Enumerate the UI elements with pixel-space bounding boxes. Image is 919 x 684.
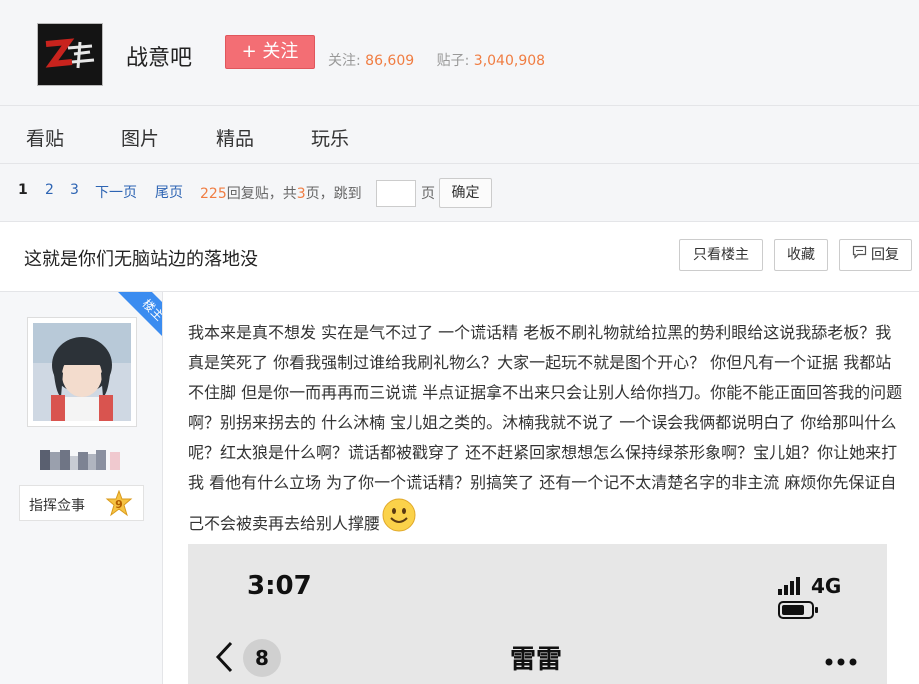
reply-button[interactable]: 回复 [839,239,912,271]
embedded-chat-screenshot[interactable]: 3:07 4G 8 雷雷 [188,544,887,684]
nav-view-posts[interactable]: 看贴 [26,124,64,151]
page-unit: 页 [421,186,435,202]
posts-label: 贴子: [436,53,470,69]
forum-stats: 关注: 86,609 贴子: 3,040,908 [328,50,563,70]
chat-contact-name: 雷雷 [510,645,563,675]
page-suffix: 页，跳到 [305,186,362,202]
thread-title: 这就是你们无脑站边的落地没 [24,249,258,270]
nav-images[interactable]: 图片 [121,124,159,151]
reply-label: 回复 [871,247,899,263]
jump-page-input[interactable] [376,180,416,207]
page-3[interactable]: 3 [70,182,79,198]
forum-name[interactable]: 战意吧 [126,40,192,72]
post-content: 我本来是真不想发 实在是气不过了 一个谎话精 老板不刷礼物就给拉黑的势利眼给这说… [188,318,903,542]
avatar[interactable] [27,317,137,427]
last-page-link[interactable]: 尾页 [155,182,183,202]
reply-icon [852,240,867,270]
nav-fun[interactable]: 玩乐 [311,124,349,151]
battery-icon [778,601,818,619]
total-pages: 3 [296,186,306,202]
network-type: 4G [810,574,842,598]
page-2[interactable]: 2 [45,182,54,198]
only-op-button[interactable]: 只看楼主 [679,239,763,271]
chat-back-icon [214,640,234,678]
author-sidebar: 楼主 指挥佥事 9 [0,292,163,684]
phone-status-bar: 4G [778,574,887,622]
reply-suffix: 回复贴，共 [226,186,297,202]
reply-count: 225 [200,186,227,202]
pagination-bar: 1 2 3 下一页 尾页 225回复贴，共3页，跳到 页 确定 [0,164,919,222]
followers-label: 关注: [328,53,361,69]
forum-nav: 看贴 图片 精品 玩乐 [0,106,919,164]
level-number: 9 [115,498,123,511]
member-title: 指挥佥事 [29,498,85,514]
more-options-icon [824,652,858,671]
smiley-emoji-icon [382,498,416,542]
level-star-icon: 9 [105,489,133,522]
posts-count: 3,040,908 [473,53,546,69]
followers-count: 86,609 [365,53,415,69]
unread-count-badge: 8 [243,639,281,677]
forum-header: 战意吧 + 关注 关注: 86,609 贴子: 3,040,908 [0,0,919,106]
signal-icon [778,577,800,595]
follow-button[interactable]: + 关注 [225,35,315,69]
forum-logo[interactable] [37,23,103,86]
phone-status-time: 3:07 [247,571,312,601]
next-page-link[interactable]: 下一页 [95,182,137,202]
member-title-badge[interactable]: 指挥佥事 9 [19,485,144,521]
username-blurred[interactable] [40,450,122,470]
post-text: 我本来是真不想发 实在是气不过了 一个谎话精 老板不刷礼物就给拉黑的势利眼给这说… [188,323,903,533]
confirm-jump-button[interactable]: 确定 [439,178,492,208]
reply-summary: 225回复贴，共3页，跳到 [200,183,362,203]
thread-title-bar: 这就是你们无脑站边的落地没 只看楼主 收藏 回复 [0,222,919,292]
page-1[interactable]: 1 [18,182,28,198]
favorite-button[interactable]: 收藏 [774,239,828,271]
nav-featured[interactable]: 精品 [216,124,254,151]
